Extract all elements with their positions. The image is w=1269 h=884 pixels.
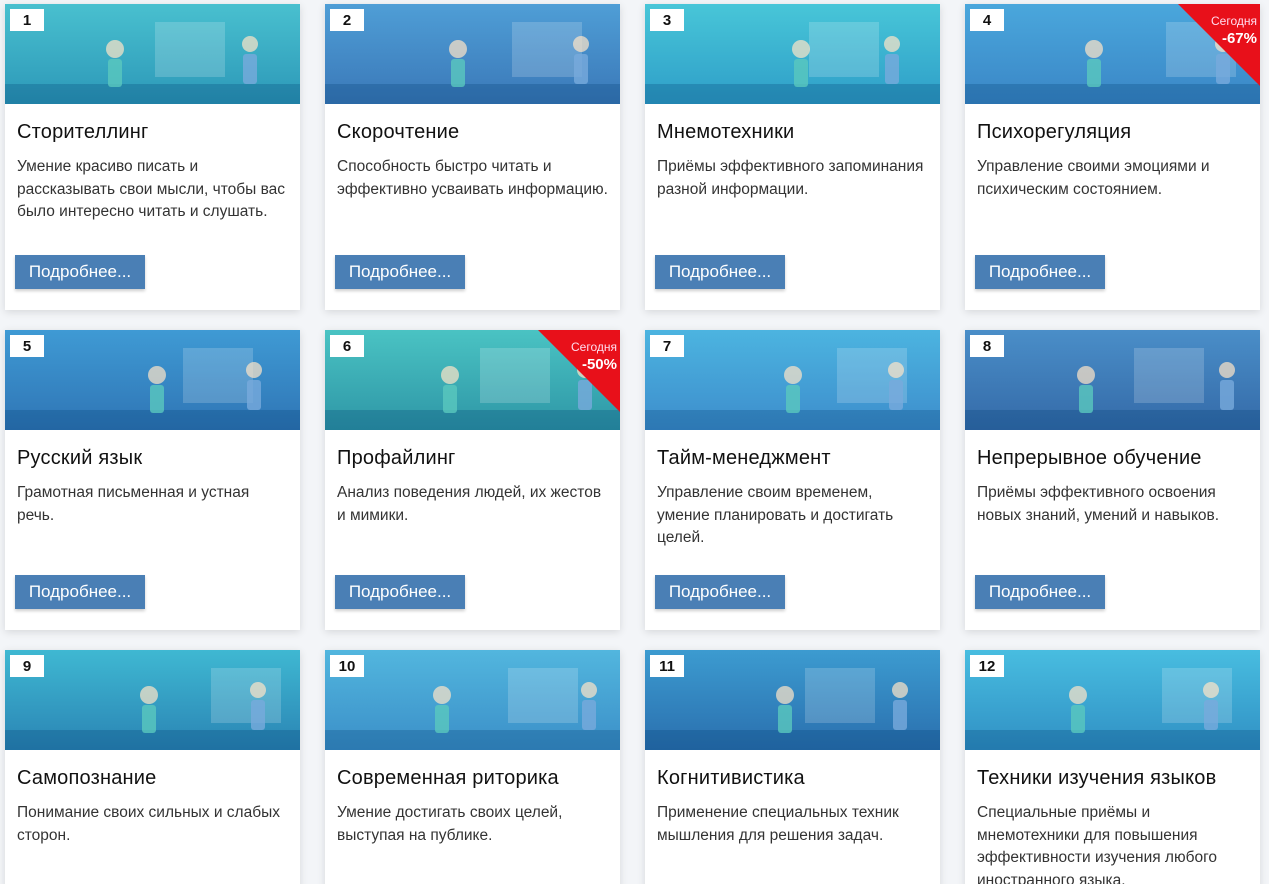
course-number-badge: 6 [330, 335, 364, 357]
banner-illustration [645, 4, 940, 104]
more-details-button[interactable]: Подробнее... [975, 575, 1105, 609]
banner-illustration [5, 650, 300, 750]
banner-illustration [5, 4, 300, 104]
course-title[interactable]: Самопознание [17, 767, 288, 790]
more-details-button[interactable]: Подробнее... [335, 255, 465, 289]
course-title[interactable]: Непрерывное обучение [977, 447, 1248, 470]
course-description: Анализ поведения людей, их жестов и мими… [337, 484, 602, 524]
course-card[interactable]: 4 Сегодня -67% Психорегуляция Управление с… [965, 4, 1260, 310]
course-banner[interactable]: 1 [5, 4, 300, 104]
course-banner[interactable]: 2 [325, 4, 620, 104]
discount-value: -67% [1221, 30, 1257, 47]
more-details-button[interactable]: Подробнее... [655, 255, 785, 289]
course-card[interactable]: 11 Когнитивистика Применение специальных т… [645, 650, 940, 884]
course-title[interactable]: Скорочтение [337, 121, 608, 144]
course-number-badge: 3 [650, 9, 684, 31]
course-title[interactable]: Мнемотехники [657, 121, 928, 144]
course-description: Грамотная письменная и устная речь. [17, 484, 250, 524]
course-title[interactable]: Профайлинг [337, 447, 608, 470]
course-card[interactable]: 10 Современная риторика Умение достигать с… [325, 650, 620, 884]
course-number-badge: 5 [10, 335, 44, 357]
course-number-badge: 2 [330, 9, 364, 31]
discount-label: Сегодня [571, 340, 617, 354]
course-number-badge: 9 [10, 655, 44, 677]
course-banner[interactable]: 4 Сегодня -67% [965, 4, 1260, 104]
course-title[interactable]: Русский язык [17, 447, 288, 470]
course-number-badge: 12 [970, 655, 1004, 677]
course-card[interactable]: 9 Самопознание Понимание своих сильных и с… [5, 650, 300, 884]
course-title[interactable]: Техники изучения языков [977, 767, 1248, 790]
course-banner[interactable]: 10 [325, 650, 620, 750]
course-description: Управление своим временем, умение планир… [657, 484, 894, 546]
banner-illustration [645, 330, 940, 430]
discount-ribbon: Сегодня -50% [538, 330, 620, 412]
course-description: Управление своими эмоциями и психическим… [977, 158, 1210, 198]
course-description: Понимание своих сильных и слабых сторон. [17, 804, 280, 844]
more-details-button[interactable]: Подробнее... [975, 255, 1105, 289]
course-banner[interactable]: 11 [645, 650, 940, 750]
course-number-badge: 10 [330, 655, 364, 677]
banner-illustration [5, 330, 300, 430]
banner-illustration [645, 650, 940, 750]
more-details-button[interactable]: Подробнее... [335, 575, 465, 609]
course-banner[interactable]: 3 [645, 4, 940, 104]
course-number-badge: 11 [650, 655, 684, 677]
course-banner[interactable]: 7 [645, 330, 940, 430]
course-title[interactable]: Психорегуляция [977, 121, 1248, 144]
more-details-button[interactable]: Подробнее... [655, 575, 785, 609]
course-description: Способность быстро читать и эффективно у… [337, 158, 608, 198]
course-number-badge: 1 [10, 9, 44, 31]
more-details-button[interactable]: Подробнее... [15, 255, 145, 289]
course-card[interactable]: 3 Мнемотехники Приёмы эффективного запомин… [645, 4, 940, 310]
course-description: Умение достигать своих целей, выступая н… [337, 804, 563, 844]
course-banner[interactable]: 5 [5, 330, 300, 430]
course-card[interactable]: 7 Тайм-менеджмент Управление своим времене… [645, 330, 940, 630]
banner-illustration [325, 4, 620, 104]
course-card[interactable]: 8 Непрерывное обучение Приёмы эффективного… [965, 330, 1260, 630]
course-card[interactable]: 5 Русский язык Грамотная письменная и устн… [5, 330, 300, 630]
course-card[interactable]: 2 Скорочтение Способность быстро читать и … [325, 4, 620, 310]
course-number-badge: 8 [970, 335, 1004, 357]
banner-illustration [325, 650, 620, 750]
course-title[interactable]: Современная риторика [337, 767, 608, 790]
course-banner[interactable]: 6 Сегодня -50% [325, 330, 620, 430]
banner-illustration [965, 330, 1260, 430]
course-card[interactable]: 1 Сторителлинг Умение красиво писать и рас… [5, 4, 300, 310]
more-details-button[interactable]: Подробнее... [15, 575, 145, 609]
discount-label: Сегодня [1211, 14, 1257, 28]
course-banner[interactable]: 12 [965, 650, 1260, 750]
course-card[interactable]: 12 Техники изучения языков Специальные при… [965, 650, 1260, 884]
course-description: Специальные приёмы и мнемотехники для по… [977, 804, 1218, 884]
course-description: Умение красиво писать и рассказывать сво… [17, 158, 286, 220]
banner-illustration [965, 650, 1260, 750]
course-description: Приёмы эффективного освоения новых знани… [977, 484, 1220, 524]
course-description: Приёмы эффективного запоминания разной и… [657, 158, 924, 198]
course-banner[interactable]: 8 [965, 330, 1260, 430]
discount-value: -50% [581, 356, 617, 373]
course-card[interactable]: 6 Сегодня -50% Профайлинг Анализ поведения… [325, 330, 620, 630]
course-banner[interactable]: 9 [5, 650, 300, 750]
discount-ribbon: Сегодня -67% [1178, 4, 1260, 86]
course-title[interactable]: Сторителлинг [17, 121, 288, 144]
course-title[interactable]: Когнитивистика [657, 767, 928, 790]
course-description: Применение специальных техник мышления д… [657, 804, 899, 844]
course-title[interactable]: Тайм-менеджмент [657, 447, 928, 470]
course-number-badge: 7 [650, 335, 684, 357]
course-number-badge: 4 [970, 9, 1004, 31]
